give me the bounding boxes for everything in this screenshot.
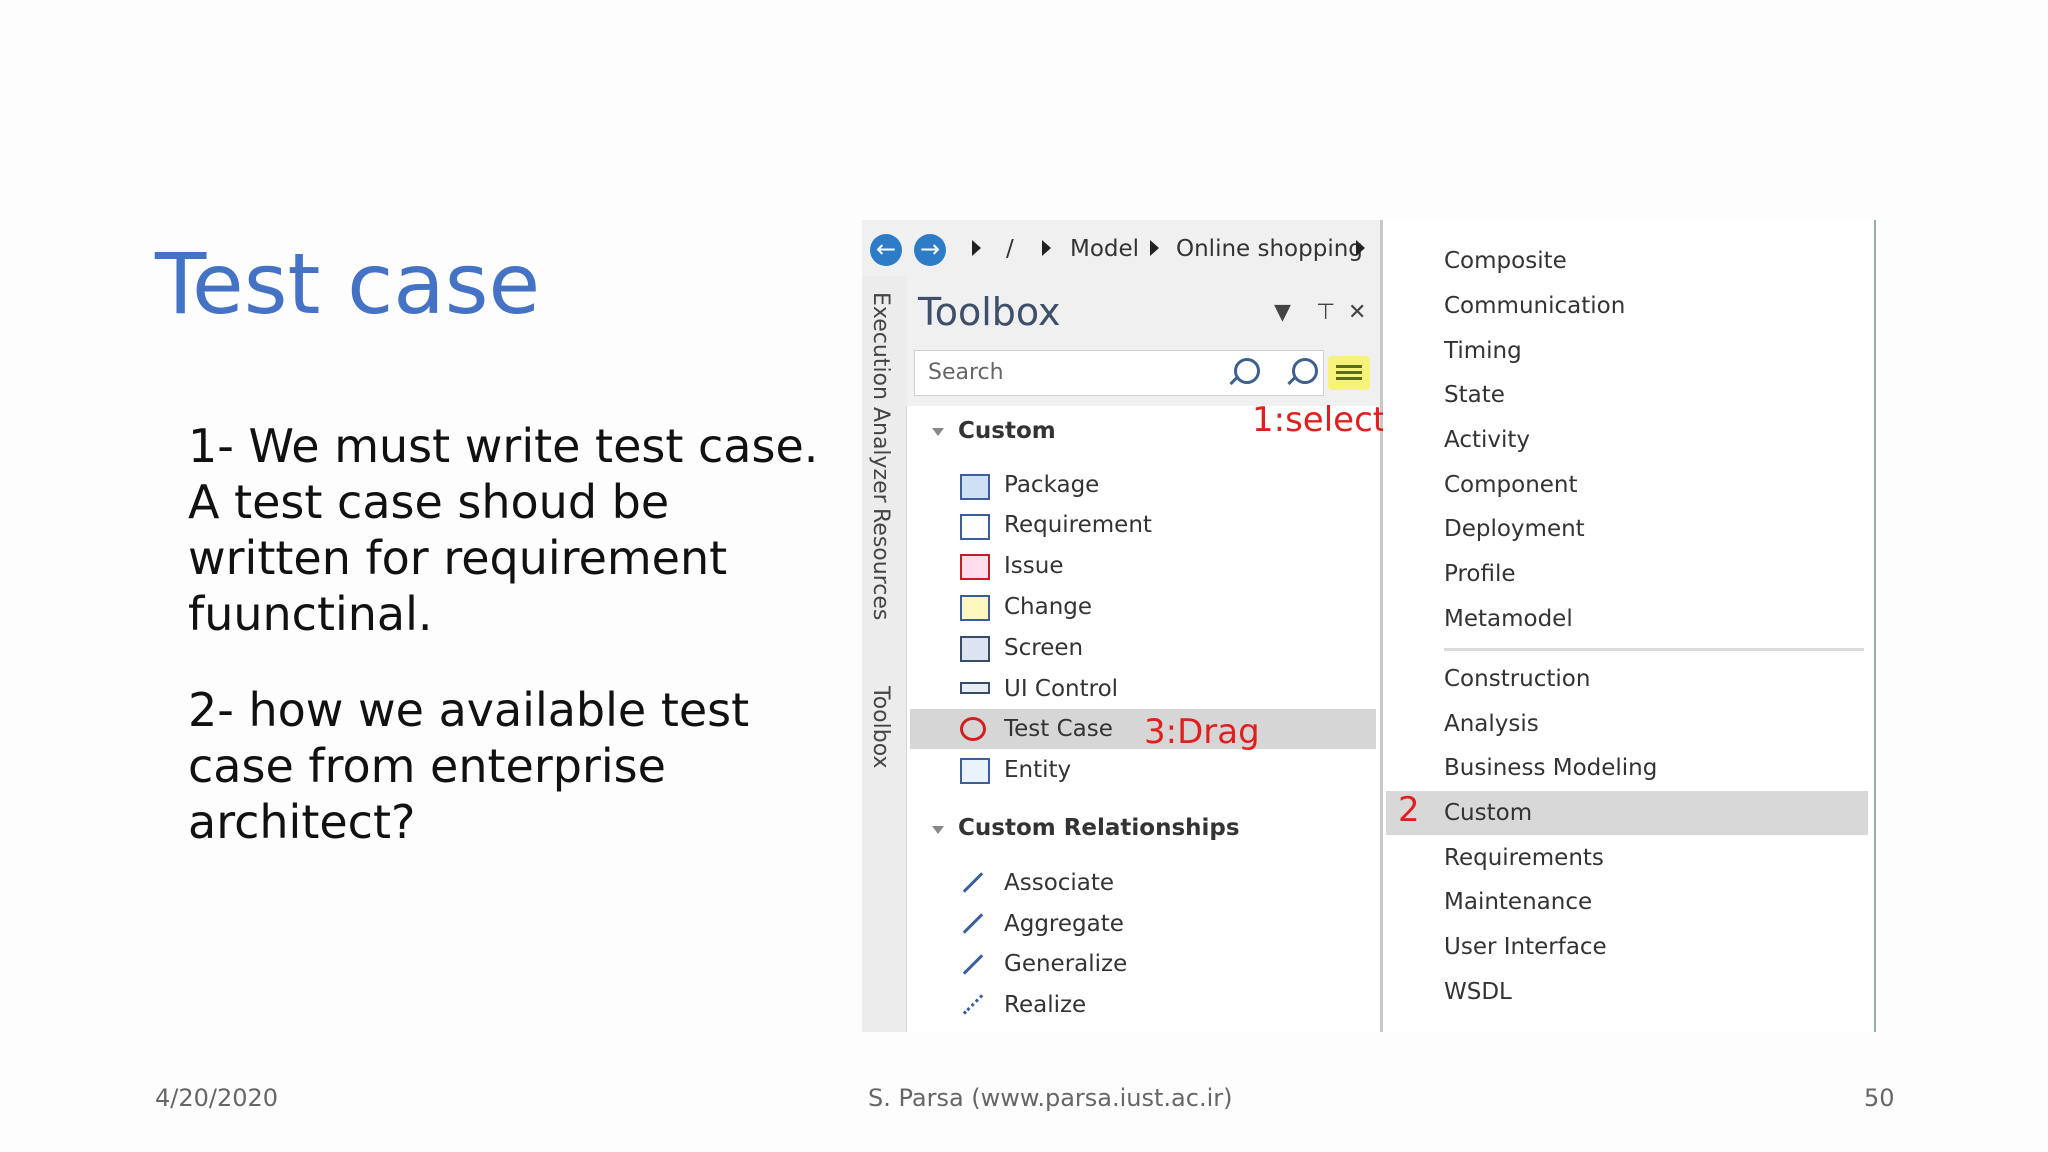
toolbox-pane: ← → / Model Online shopping Execution An… (862, 220, 1387, 1032)
toolbox-item-change[interactable]: Change (1004, 594, 1092, 620)
forward-arrow-icon[interactable]: → (914, 234, 946, 266)
generalize-icon (962, 954, 984, 975)
paragraph-1: 1- We must write test case. A test case … (188, 419, 819, 641)
menu-item-business-modeling[interactable]: Business Modeling (1444, 755, 1657, 781)
footer-author: S. Parsa (www.parsa.iust.ac.ir) (868, 1084, 1233, 1112)
menu-item-component[interactable]: Component (1444, 472, 1578, 498)
dropdown-icon[interactable]: ▼ (1274, 300, 1291, 325)
group-custom[interactable]: Custom (958, 418, 1056, 444)
menu-item-maintenance[interactable]: Maintenance (1444, 889, 1592, 915)
chevron-right-icon (1356, 240, 1365, 256)
menu-border (1874, 220, 1876, 1032)
chevron-right-icon (972, 240, 981, 256)
breadcrumb-bar: ← → / Model Online shopping (862, 220, 1380, 276)
toolbox-item-issue[interactable]: Issue (1004, 553, 1063, 579)
breadcrumb-package[interactable]: Online shopping (1176, 236, 1363, 262)
relationship-associate[interactable]: Associate (1004, 870, 1114, 896)
menu-item-wsdl[interactable]: WSDL (1444, 979, 1512, 1005)
issue-icon (960, 554, 990, 580)
tab-toolbox[interactable]: Toolbox (868, 686, 893, 769)
realize-icon (962, 994, 984, 1015)
toolbox-item-ui-control[interactable]: UI Control (1004, 676, 1118, 702)
toolbox-title: Toolbox (918, 290, 1061, 334)
menu-item-state[interactable]: State (1444, 382, 1505, 408)
menu-item-deployment[interactable]: Deployment (1444, 516, 1585, 542)
menu-item-construction[interactable]: Construction (1444, 666, 1590, 692)
collapse-icon[interactable] (932, 826, 944, 834)
slide: Test case 1- We must write test case. A … (0, 0, 2048, 1152)
relationship-realize[interactable]: Realize (1004, 992, 1086, 1018)
requirement-icon (960, 514, 990, 540)
toolbox-item-requirement[interactable]: Requirement (1004, 512, 1152, 538)
menu-item-composite[interactable]: Composite (1444, 248, 1567, 274)
footer-page-number: 50 (1864, 1084, 1895, 1112)
find-icon[interactable] (1292, 358, 1318, 384)
menu-item-metamodel[interactable]: Metamodel (1444, 606, 1573, 632)
footer-date: 4/20/2020 (155, 1084, 279, 1112)
test-case-icon (960, 717, 986, 741)
breadcrumb-model[interactable]: Model (1070, 236, 1139, 262)
slide-title: Test case (155, 235, 541, 333)
relationship-aggregate[interactable]: Aggregate (1004, 911, 1124, 937)
annotation-drag: 3:Drag (1144, 712, 1260, 752)
menu-list-icon[interactable] (1328, 356, 1370, 390)
menu-item-activity[interactable]: Activity (1444, 427, 1530, 453)
tab-resources[interactable]: Resources (868, 508, 893, 620)
paragraph-2: 2- how we available test case from enter… (188, 683, 750, 849)
chevron-right-icon (1042, 240, 1051, 256)
menu-item-user-interface[interactable]: User Interface (1444, 934, 1607, 960)
relationship-generalize[interactable]: Generalize (1004, 951, 1127, 977)
associate-icon (962, 872, 984, 893)
breadcrumb-root[interactable]: / (1006, 236, 1014, 262)
chevron-right-icon (1150, 240, 1159, 256)
menu-separator (1444, 648, 1864, 651)
enterprise-architect-screenshot: ← → / Model Online shopping Execution An… (862, 220, 1876, 1032)
menu-item-timing[interactable]: Timing (1444, 338, 1522, 364)
pin-icon[interactable]: ⊤ (1316, 300, 1335, 325)
toolbox-item-entity[interactable]: Entity (1004, 757, 1071, 783)
menu-item-analysis[interactable]: Analysis (1444, 711, 1539, 737)
toolbox-item-test-case[interactable]: Test Case (1004, 716, 1113, 742)
back-arrow-icon[interactable]: ← (870, 234, 902, 266)
menu-item-custom[interactable]: Custom (1444, 800, 1532, 826)
package-icon (960, 474, 990, 500)
menu-item-communication[interactable]: Communication (1444, 293, 1625, 319)
close-icon[interactable]: ✕ (1348, 300, 1366, 325)
vertical-tab-strip: Execution Analyzer Resources Toolbox (862, 276, 907, 1032)
tab-execution-analyzer[interactable]: Execution Analyzer (868, 292, 893, 503)
screen-icon (960, 636, 990, 662)
collapse-icon[interactable] (932, 428, 944, 436)
aggregate-icon (962, 913, 984, 934)
menu-item-profile[interactable]: Profile (1444, 561, 1516, 587)
group-custom-relationships[interactable]: Custom Relationships (958, 815, 1240, 841)
entity-icon (960, 758, 990, 784)
toolbox-item-package[interactable]: Package (1004, 472, 1099, 498)
annotation-number-2: 2 (1398, 790, 1420, 830)
search-icon[interactable] (1234, 358, 1260, 384)
search-placeholder: Search (928, 360, 1004, 385)
ui-control-icon (960, 682, 990, 694)
annotation-select: 1:select (1252, 400, 1387, 440)
toolbox-item-screen[interactable]: Screen (1004, 635, 1083, 661)
change-icon (960, 595, 990, 621)
menu-item-requirements[interactable]: Requirements (1444, 845, 1604, 871)
